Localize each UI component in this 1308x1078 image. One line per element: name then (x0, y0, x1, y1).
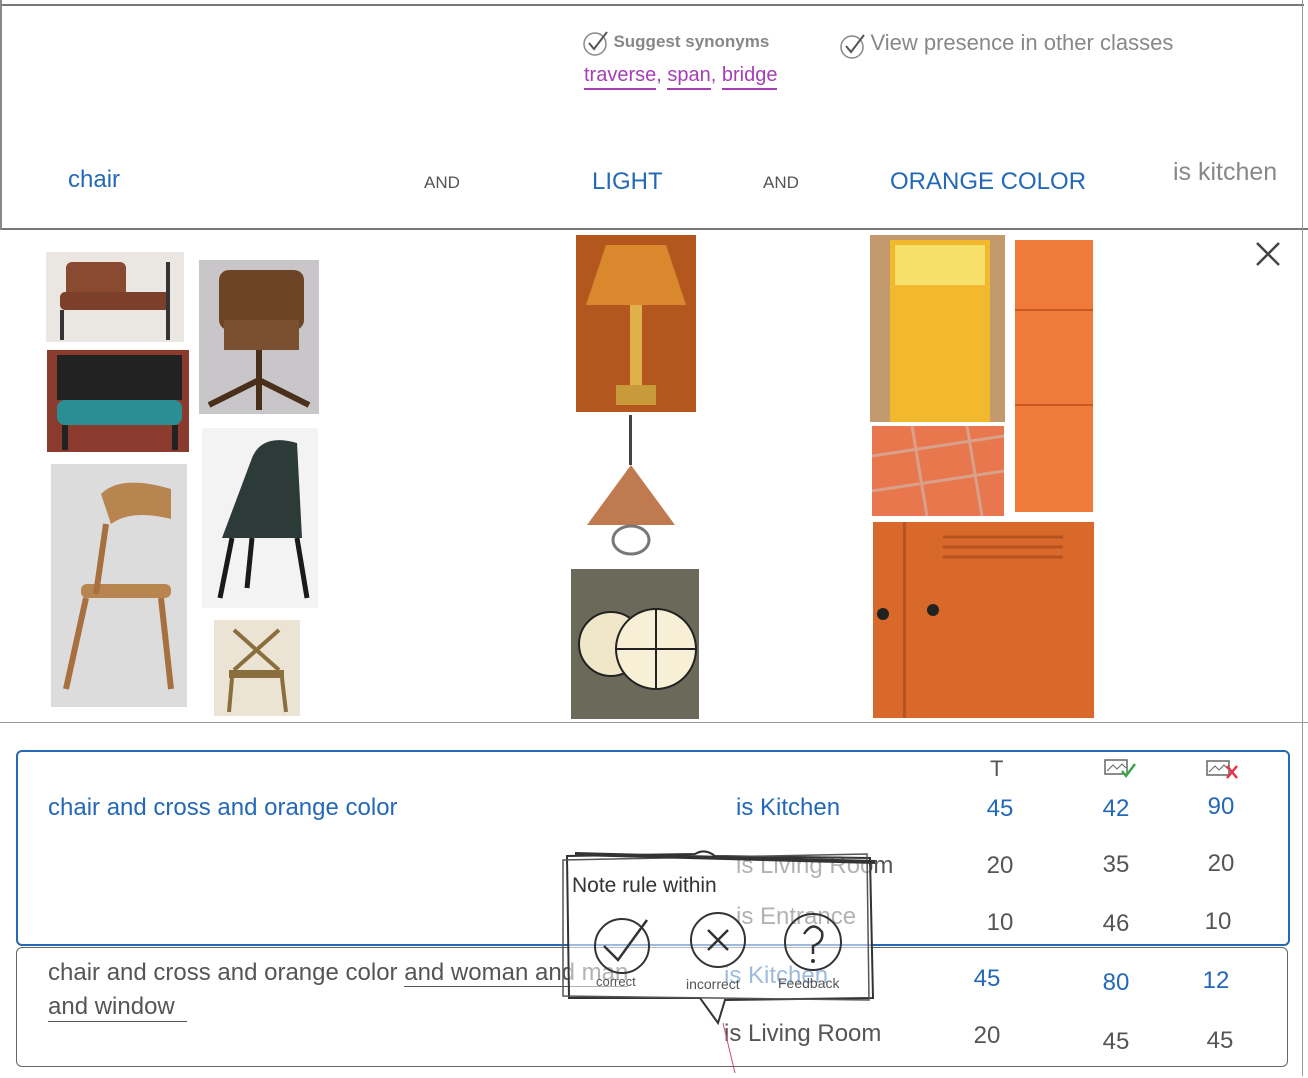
suggest-synonyms-option[interactable]: Suggest synonyms (583, 30, 769, 56)
view-presence-option[interactable]: View presence in other classes (840, 30, 1173, 59)
popup-title: Note rule within (572, 874, 717, 897)
chair-image (51, 464, 187, 707)
rule-class[interactable]: is Kitchen (736, 794, 840, 822)
globe-pendant-image (571, 569, 699, 719)
view-presence-label: View presence in other classes (870, 30, 1174, 55)
pendant-image (580, 415, 682, 557)
correct-value: 46 (1102, 910, 1130, 937)
term-chair[interactable]: chair (68, 166, 120, 194)
check-circle-icon (583, 31, 608, 56)
and-connector: AND (424, 173, 460, 192)
synonym-link[interactable]: traverse (584, 64, 657, 90)
incorrect-value: 45 (1206, 1027, 1234, 1054)
correct-value: 45 (1102, 1028, 1130, 1055)
incorrect-value: 10 (1204, 908, 1232, 935)
chair-image (46, 252, 184, 342)
orange-juice-image (870, 235, 1005, 422)
lamp-image (576, 235, 696, 412)
term-orange-color[interactable]: ORANGE COLOR (890, 168, 1086, 196)
t-value: 45 (986, 795, 1014, 822)
t-value: 45 (973, 965, 1001, 992)
right-border (1302, 0, 1303, 1076)
term-light[interactable]: LIGHT (592, 168, 663, 196)
incorrect-value: 20 (1207, 850, 1235, 877)
incorrect-label: incorrect (686, 976, 740, 992)
x-circle-icon (690, 912, 746, 968)
chair-image (214, 620, 300, 716)
added-condition: and window (48, 993, 187, 1022)
feedback-label: Feedback (778, 975, 840, 991)
close-icon[interactable] (1254, 240, 1282, 268)
result-class[interactable]: is kitchen (1173, 158, 1277, 187)
correct-value: 35 (1102, 851, 1130, 878)
feedback-button[interactable] (782, 910, 844, 977)
suggest-synonyms-label: Suggest synonyms (613, 32, 770, 52)
question-circle-icon (784, 913, 842, 971)
synonym-link[interactable]: bridge (721, 64, 778, 90)
divider-images (0, 722, 1308, 723)
mark-incorrect-button[interactable] (688, 912, 748, 977)
orange-tiles-image (872, 426, 1004, 516)
check-circle-icon (840, 34, 865, 59)
top-border (0, 4, 1304, 6)
check-circle-icon (594, 918, 650, 974)
incorrect-value: 12 (1202, 967, 1230, 994)
correct-label: correct (596, 974, 636, 989)
chair-image (47, 350, 189, 452)
orange-locker-image (1015, 240, 1093, 512)
synonym-link[interactable]: span (667, 64, 711, 90)
orange-cabinet-image (873, 522, 1094, 718)
correct-value: 42 (1102, 795, 1130, 822)
divider-header (0, 228, 1308, 230)
chair-image (199, 260, 319, 414)
left-border (0, 0, 2, 230)
t-value: 20 (973, 1022, 1001, 1049)
synonym-list: traverse, span, bridge (584, 64, 778, 90)
correct-value: 80 (1102, 969, 1130, 996)
mark-correct-button[interactable] (592, 916, 652, 981)
and-connector: AND (763, 173, 799, 192)
rule-condition[interactable]: chair and cross and orange color (48, 794, 398, 822)
chair-image (202, 428, 318, 608)
rule-condition[interactable]: chair and cross and orange color and wom… (48, 959, 629, 987)
t-value: 20 (986, 852, 1014, 879)
t-value: 10 (986, 909, 1014, 936)
incorrect-value: 90 (1207, 793, 1235, 820)
